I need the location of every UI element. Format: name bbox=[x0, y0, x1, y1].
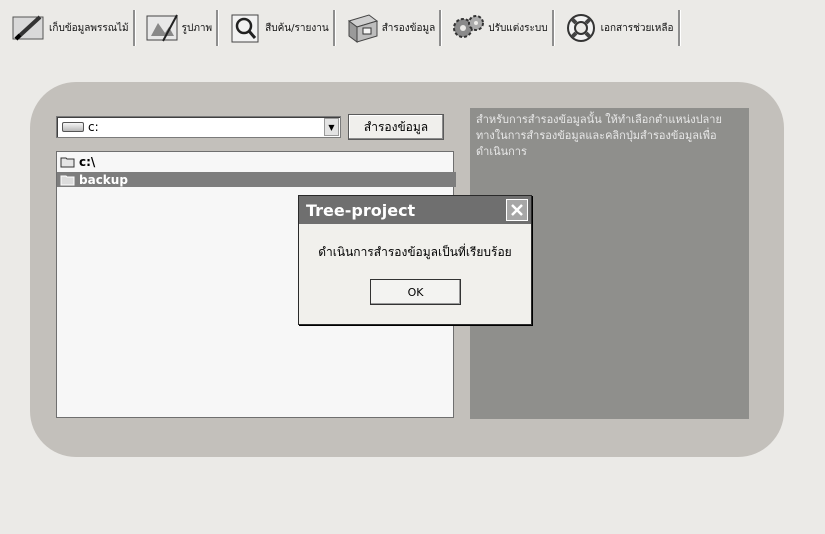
drive-select[interactable]: c: ▼ bbox=[56, 116, 341, 138]
toolbar-label: สำรองข้อมูล bbox=[381, 22, 436, 34]
directory-label: backup bbox=[79, 172, 128, 187]
chevron-down-icon[interactable]: ▼ bbox=[324, 118, 339, 136]
toolbar-search-report-button[interactable]: สืบค้น/รายงาน bbox=[222, 10, 335, 46]
picture-drawing-icon bbox=[143, 11, 181, 45]
toolbar-settings-button[interactable]: ปรับแต่งระบบ bbox=[445, 10, 554, 46]
main-toolbar: เก็บข้อมูลพรรณไม้ รูปภาพ สืบค้น/รายงาน ส… bbox=[6, 8, 821, 48]
toolbar-label: รูปภาพ bbox=[181, 22, 213, 34]
drive-value: c: bbox=[88, 120, 99, 134]
dialog-message: ดำเนินการสำรองข้อมูลเป็นที่เรียบร้อย bbox=[318, 245, 512, 259]
close-button[interactable] bbox=[506, 199, 528, 221]
drive-icon bbox=[62, 122, 84, 132]
toolbar-backup-button[interactable]: สำรองข้อมูล bbox=[339, 10, 442, 46]
gears-icon bbox=[449, 11, 487, 45]
directory-label: c:\ bbox=[79, 154, 96, 169]
open-folder-icon bbox=[60, 174, 76, 186]
close-icon bbox=[511, 204, 523, 216]
lifebuoy-icon bbox=[562, 11, 600, 45]
message-dialog: Tree-project ดำเนินการสำรองข้อมูลเป็นที่… bbox=[298, 195, 532, 325]
toolbar-collect-plants-button[interactable]: เก็บข้อมูลพรรณไม้ bbox=[6, 10, 135, 46]
directory-item-root[interactable]: c:\ bbox=[57, 154, 456, 169]
backup-button[interactable]: สำรองข้อมูล bbox=[348, 114, 444, 140]
toolbar-help-button[interactable]: เอกสารช่วยเหลือ bbox=[558, 10, 680, 46]
toolbar-label: เก็บข้อมูลพรรณไม้ bbox=[49, 22, 129, 34]
toolbar-label: ปรับแต่งระบบ bbox=[488, 22, 548, 34]
dialog-title: Tree-project bbox=[306, 200, 416, 220]
open-folder-icon bbox=[60, 156, 76, 168]
file-cabinet-icon bbox=[343, 11, 381, 45]
directory-item-backup[interactable]: backup bbox=[57, 172, 456, 187]
dialog-titlebar: Tree-project bbox=[299, 196, 531, 224]
magnifier-document-icon bbox=[226, 11, 264, 45]
ok-button[interactable]: OK bbox=[370, 279, 461, 305]
toolbar-label: สืบค้น/รายงาน bbox=[265, 22, 329, 34]
toolbar-pictures-button[interactable]: รูปภาพ bbox=[139, 10, 219, 46]
app-window: เก็บข้อมูลพรรณไม้ รูปภาพ สืบค้น/รายงาน ส… bbox=[0, 0, 825, 534]
toolbar-label: เอกสารช่วยเหลือ bbox=[600, 22, 674, 34]
pencil-icon bbox=[10, 11, 48, 45]
